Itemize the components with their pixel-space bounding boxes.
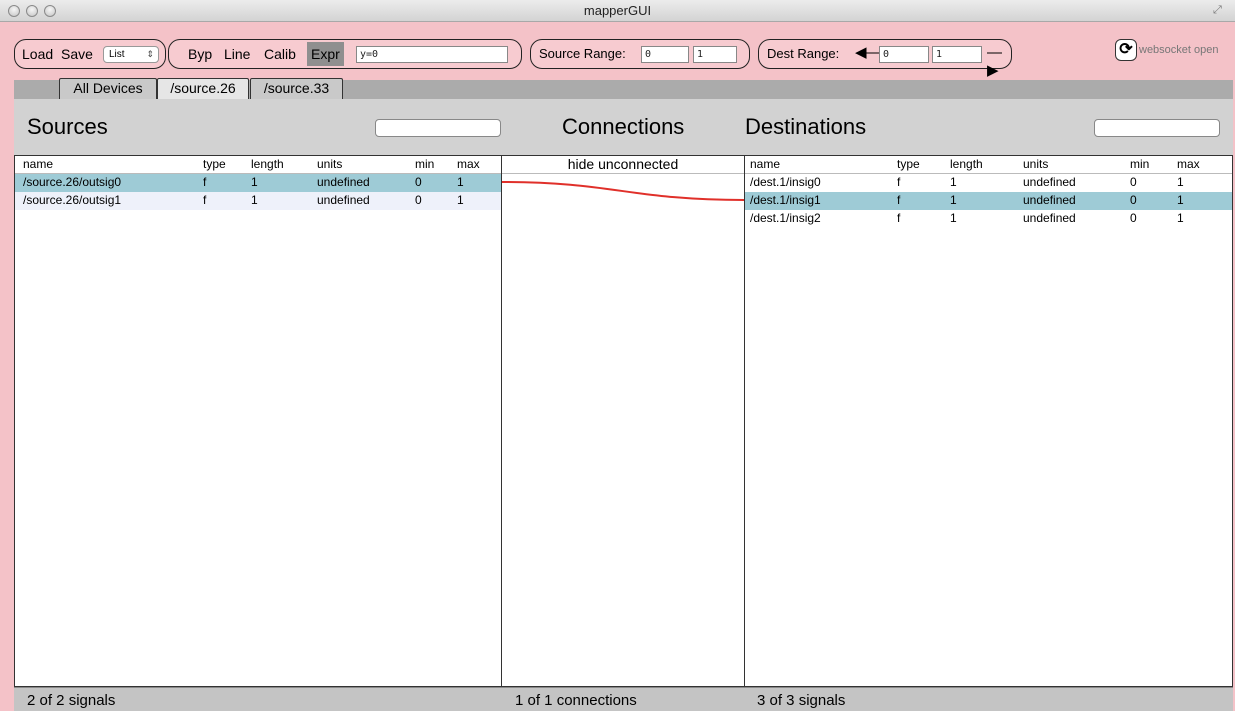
connections-count: 1 of 1 connections [515,692,637,709]
dest-range-label: Dest Range: [767,46,840,61]
cell-type: f [897,193,901,207]
cell-units: undefined [317,193,370,207]
cell-units: undefined [1023,175,1076,189]
cell-type: f [203,193,207,207]
cell-max: 1 [1177,175,1184,189]
cell-max: 1 [457,193,464,207]
source-range-label: Source Range: [539,46,626,61]
websocket-status: ⟳ websocket open [1115,39,1227,61]
cell-max: 1 [1177,193,1184,207]
fullscreen-icon[interactable]: ⤢ [1213,4,1225,16]
cell-length: 1 [251,175,258,189]
tab-all-devices[interactable]: All Devices [59,78,157,99]
arrow-right-icon[interactable]: —▶ [987,44,1011,80]
cell-min: 0 [1130,175,1137,189]
dest-min-input[interactable]: 0 [879,46,929,63]
connections-canvas [502,181,744,201]
table-row[interactable]: /dest.1/insig0 f 1 undefined 0 1 [745,174,1232,192]
col-length[interactable]: length [251,156,284,173]
cell-type: f [897,211,901,225]
panels-header: Sources Connections Destinations [14,99,1233,155]
cell-max: 1 [1177,211,1184,225]
destinations-table: name type length units min max /dest.1/i… [744,155,1233,687]
mode-expr-button[interactable]: Expr [307,42,344,66]
cell-length: 1 [251,193,258,207]
cell-units: undefined [1023,193,1076,207]
destinations-title: Destinations [745,114,867,139]
view-select-value: List [109,49,125,60]
source-range-group: Source Range: 0 1 [530,39,750,69]
table-row[interactable]: /dest.1/insig1 f 1 undefined 0 1 [745,192,1232,210]
col-type[interactable]: type [897,156,920,173]
cell-min: 0 [1130,193,1137,207]
cell-units: undefined [317,175,370,189]
window-title: mapperGUI [583,3,652,18]
sources-table: name type length units min max /source.2… [14,155,502,687]
cell-max: 1 [457,175,464,189]
status-footer: 2 of 2 signals 1 of 1 connections 3 of 3… [14,687,1233,711]
refresh-icon[interactable]: ⟳ [1115,39,1137,61]
cell-name: /dest.1/insig1 [750,193,821,207]
view-select[interactable]: List ⇕ [103,46,159,63]
col-type[interactable]: type [203,156,226,173]
col-name[interactable]: name [23,156,53,173]
select-arrows-icon: ⇕ [146,49,154,59]
connections-title: Connections [562,114,685,139]
hide-unconnected-button[interactable]: hide unconnected [502,156,744,174]
table-row[interactable]: /dest.1/insig2 f 1 undefined 0 1 [745,210,1232,228]
cell-type: f [203,175,207,189]
window-titlebar: mapperGUI ⤢ [0,0,1235,22]
cell-length: 1 [950,211,957,225]
mode-byp-button[interactable]: Byp [186,45,214,63]
destinations-column-headers: name type length units min max [745,156,1232,174]
cell-name: /dest.1/insig2 [750,211,821,225]
col-units[interactable]: units [317,156,342,173]
mode-calib-button[interactable]: Calib [262,45,298,63]
col-name[interactable]: name [750,156,780,173]
cell-name: /source.26/outsig0 [23,175,122,189]
connection-line[interactable] [502,181,744,201]
mode-group: Byp Line Calib Expr y=0 [168,39,522,69]
col-max[interactable]: max [457,156,480,173]
dest-range-group: Dest Range: ◀— 0 1 —▶ [758,39,1012,79]
col-min[interactable]: min [1130,156,1149,173]
sources-filter-input[interactable] [375,119,501,137]
cell-min: 0 [1130,211,1137,225]
cell-length: 1 [950,193,957,207]
cell-min: 0 [415,175,422,189]
cell-type: f [897,175,901,189]
destinations-count: 3 of 3 signals [757,692,846,709]
col-length[interactable]: length [950,156,983,173]
cell-name: /source.26/outsig1 [23,193,122,207]
source-max-input[interactable]: 1 [693,46,737,63]
tab-source-33[interactable]: /source.33 [250,78,343,99]
destinations-filter-input[interactable] [1094,119,1220,137]
connections-panel: hide unconnected [501,155,745,687]
load-button[interactable]: Load [20,45,55,63]
sources-title: Sources [27,114,108,139]
table-row[interactable]: /source.26/outsig1 f 1 undefined 0 1 [15,192,501,210]
sources-count: 2 of 2 signals [27,692,116,709]
toolbar: Load Save List ⇕ Byp Line Calib Expr y=0… [0,22,1235,79]
websocket-status-text: websocket open [1139,44,1219,56]
mode-line-button[interactable]: Line [222,45,252,63]
cell-length: 1 [950,175,957,189]
cell-name: /dest.1/insig0 [750,175,821,189]
source-min-input[interactable]: 0 [641,46,689,63]
cell-min: 0 [415,193,422,207]
col-units[interactable]: units [1023,156,1048,173]
sources-column-headers: name type length units min max [15,156,501,174]
table-row[interactable]: /source.26/outsig0 f 1 undefined 0 1 [15,174,501,192]
col-min[interactable]: min [415,156,434,173]
device-tabbar: All Devices /source.26 /source.33 [14,78,1233,99]
expression-input[interactable]: y=0 [356,46,508,63]
save-button[interactable]: Save [59,45,95,63]
cell-units: undefined [1023,211,1076,225]
col-max[interactable]: max [1177,156,1200,173]
arrow-left-icon[interactable]: ◀— [855,44,882,62]
dest-max-input[interactable]: 1 [932,46,982,63]
tab-source-26[interactable]: /source.26 [157,78,249,99]
file-group: Load Save List ⇕ [14,39,166,69]
